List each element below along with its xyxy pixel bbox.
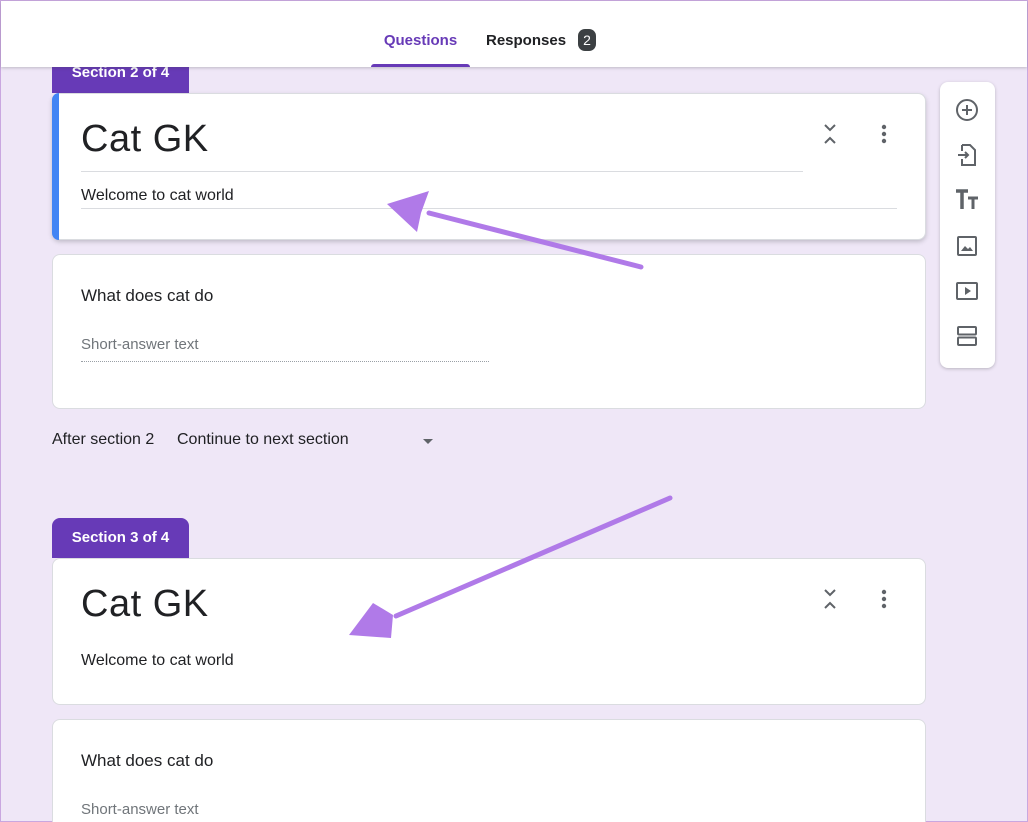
question-title[interactable]: What does cat do <box>81 286 213 306</box>
section-2-header-card[interactable]: Cat GK Welcome to cat world <box>52 93 926 240</box>
top-bar: Questions Responses 2 <box>1 1 1027 67</box>
section-2-description[interactable]: Welcome to cat world <box>81 187 234 205</box>
section-3-question-card[interactable]: What does cat do Short-answer text <box>52 719 926 822</box>
add-question-icon[interactable] <box>953 96 981 124</box>
collapse-section-icon[interactable] <box>816 585 844 613</box>
section-2-title[interactable]: Cat GK <box>81 118 209 161</box>
active-tab-indicator <box>371 64 470 67</box>
section-3-title[interactable]: Cat GK <box>81 583 209 626</box>
short-answer-placeholder: Short-answer text <box>81 801 199 818</box>
tab-questions-label: Questions <box>383 31 458 49</box>
section-3-description[interactable]: Welcome to cat world <box>81 652 234 670</box>
tab-questions[interactable]: Questions <box>371 1 470 67</box>
title-underline <box>81 171 803 172</box>
tab-responses[interactable]: Responses 2 <box>478 1 608 67</box>
section-3-header-card[interactable]: Cat GK Welcome to cat world <box>52 558 926 705</box>
after-section-label: After section 2 <box>52 431 155 448</box>
image-icon[interactable] <box>953 232 981 260</box>
description-underline <box>81 208 897 209</box>
section-navigation-value: Continue to next section <box>177 431 349 448</box>
dropdown-caret-icon <box>423 439 433 444</box>
responses-count-badge: 2 <box>578 29 597 51</box>
floating-toolbar <box>940 82 995 368</box>
import-questions-icon[interactable] <box>953 141 981 169</box>
section-3-tab: Section 3 of 4 <box>52 518 189 558</box>
short-answer-placeholder: Short-answer text <box>81 336 199 353</box>
section-icon[interactable] <box>953 322 981 350</box>
collapse-section-icon[interactable] <box>816 120 844 148</box>
question-title[interactable]: What does cat do <box>81 751 213 771</box>
section-2-question-card[interactable]: What does cat do Short-answer text <box>52 254 926 409</box>
video-icon[interactable] <box>953 277 981 305</box>
tab-responses-label: Responses <box>486 31 567 49</box>
active-card-indicator <box>52 93 59 240</box>
title-text-icon[interactable] <box>953 186 981 214</box>
more-options-icon[interactable] <box>870 120 898 148</box>
short-answer-line <box>81 361 489 362</box>
more-options-icon[interactable] <box>870 585 898 613</box>
section-navigation-dropdown[interactable]: Continue to next section <box>177 431 437 453</box>
